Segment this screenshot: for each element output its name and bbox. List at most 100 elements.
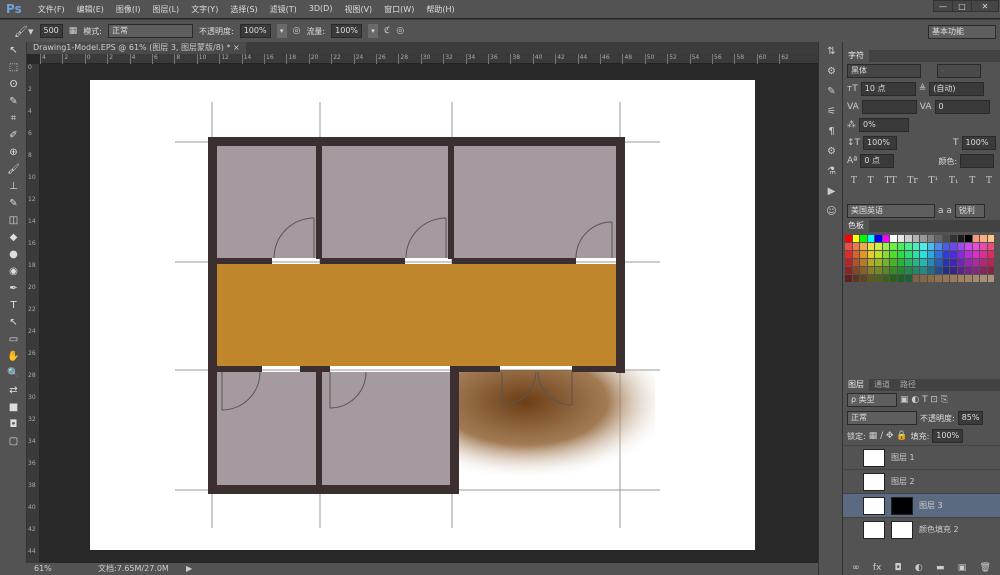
color-swatch[interactable] (882, 251, 889, 258)
antialias-select[interactable]: 锐利 (954, 204, 985, 218)
color-swatch[interactable] (920, 235, 927, 242)
color-swatch[interactable] (950, 243, 957, 250)
color-swatch[interactable] (942, 235, 949, 242)
color-swatch[interactable] (972, 243, 979, 250)
color-swatch[interactable] (875, 267, 882, 274)
panel-icon[interactable]: ▶ (819, 182, 844, 202)
color-swatch[interactable] (845, 275, 852, 282)
tab-layers-2[interactable]: 路径 (895, 379, 921, 391)
color-swatch[interactable] (920, 267, 927, 274)
color-swatch[interactable] (860, 235, 867, 242)
color-swatch[interactable] (942, 267, 949, 274)
baseline-shift-input[interactable]: 0 点 (860, 154, 895, 168)
color-swatch[interactable] (890, 243, 897, 250)
color-swatch[interactable] (890, 275, 897, 282)
color-swatch[interactable] (950, 267, 957, 274)
color-swatch[interactable] (965, 267, 972, 274)
color-swatch[interactable] (980, 267, 987, 274)
color-swatch[interactable] (912, 251, 919, 258)
color-swatch[interactable] (905, 275, 912, 282)
vertical-scale-input[interactable]: 100% (863, 136, 898, 150)
color-swatch[interactable] (927, 259, 934, 266)
text-style-button[interactable]: T (851, 176, 857, 186)
color-swatch[interactable] (845, 251, 852, 258)
color-swatch[interactable] (912, 235, 919, 242)
filter-icons[interactable]: ▣ ◐ T ⊡ ⎘ (900, 395, 948, 405)
layer-action-icon[interactable]: ◘ (895, 563, 902, 573)
color-swatch[interactable] (860, 259, 867, 266)
color-swatch[interactable] (920, 259, 927, 266)
color-swatch[interactable] (905, 243, 912, 250)
lock-icons[interactable]: ▦ ∕ ✥ 🔒 (869, 431, 908, 441)
color-swatch[interactable] (882, 267, 889, 274)
tracking-input[interactable]: 0 (934, 100, 990, 114)
color-swatch[interactable] (912, 275, 919, 282)
color-swatch[interactable] (920, 243, 927, 250)
color-swatch[interactable] (852, 251, 859, 258)
color-swatch[interactable] (942, 275, 949, 282)
layer-row[interactable]: 颜色填充 2 (843, 517, 1000, 541)
document-info[interactable]: 文档:7.65M/27.0M (98, 563, 169, 575)
layer-action-icon[interactable]: fx (873, 563, 882, 573)
fill-input[interactable]: 100% (932, 429, 964, 443)
close-button[interactable]: ✕ (971, 0, 999, 12)
color-swatch[interactable] (957, 259, 964, 266)
color-swatch[interactable] (867, 275, 874, 282)
color-swatch[interactable] (852, 243, 859, 250)
color-swatch[interactable] (912, 259, 919, 266)
panel-icon[interactable]: ✎ (819, 82, 844, 102)
workspace-select[interactable]: 基本功能 (928, 25, 996, 39)
color-swatch[interactable] (867, 251, 874, 258)
color-swatch[interactable] (912, 243, 919, 250)
color-swatch[interactable] (980, 251, 987, 258)
color-swatch[interactable] (965, 259, 972, 266)
color-swatch[interactable] (897, 275, 904, 282)
color-swatch[interactable] (927, 267, 934, 274)
color-swatch[interactable] (965, 275, 972, 282)
maximize-button[interactable]: □ (952, 0, 972, 12)
layer-action-icon[interactable]: ▬ (936, 563, 945, 573)
color-swatch[interactable] (860, 267, 867, 274)
color-swatch[interactable] (972, 275, 979, 282)
tab-layers-1[interactable]: 通道 (869, 379, 895, 391)
color-swatch[interactable] (875, 235, 882, 242)
color-swatch[interactable] (927, 251, 934, 258)
text-style-button[interactable]: T (969, 176, 975, 186)
color-swatch[interactable] (860, 243, 867, 250)
color-swatch[interactable] (927, 235, 934, 242)
color-swatch[interactable] (860, 251, 867, 258)
color-swatch[interactable] (942, 243, 949, 250)
color-swatch[interactable] (957, 235, 964, 242)
color-swatch[interactable] (972, 259, 979, 266)
text-color-swatch[interactable] (960, 154, 995, 168)
layer-action-icon[interactable]: ◐ (915, 563, 923, 573)
horizontal-scale-input[interactable]: 100% (961, 136, 996, 150)
color-swatch[interactable] (935, 259, 942, 266)
color-swatch[interactable] (972, 267, 979, 274)
color-swatch[interactable] (845, 259, 852, 266)
color-swatch[interactable] (897, 259, 904, 266)
color-swatch[interactable] (957, 275, 964, 282)
color-swatch[interactable] (942, 259, 949, 266)
panel-icon[interactable]: ⚟ (819, 102, 844, 122)
font-style-select[interactable]: - (937, 64, 981, 78)
color-swatch[interactable] (897, 267, 904, 274)
color-swatch[interactable] (965, 235, 972, 242)
zoom-level[interactable]: 61% (34, 563, 52, 575)
panel-icon[interactable]: ⚗ (819, 162, 844, 182)
tab-swatches[interactable]: 色板 (843, 220, 869, 232)
color-swatch[interactable] (987, 275, 994, 282)
text-style-button[interactable]: T (868, 176, 874, 186)
color-swatch[interactable] (897, 235, 904, 242)
color-swatch[interactable] (980, 275, 987, 282)
color-swatch[interactable] (935, 267, 942, 274)
color-swatch[interactable] (852, 235, 859, 242)
color-swatch[interactable] (882, 235, 889, 242)
layer-row[interactable]: 图层 1 (843, 445, 1000, 469)
color-swatch[interactable] (845, 267, 852, 274)
color-swatch[interactable] (852, 275, 859, 282)
color-swatch[interactable] (957, 267, 964, 274)
layer-row[interactable]: 图层 3 (843, 493, 1000, 517)
panel-icon[interactable]: ⚙ (819, 142, 844, 162)
color-swatch[interactable] (935, 235, 942, 242)
